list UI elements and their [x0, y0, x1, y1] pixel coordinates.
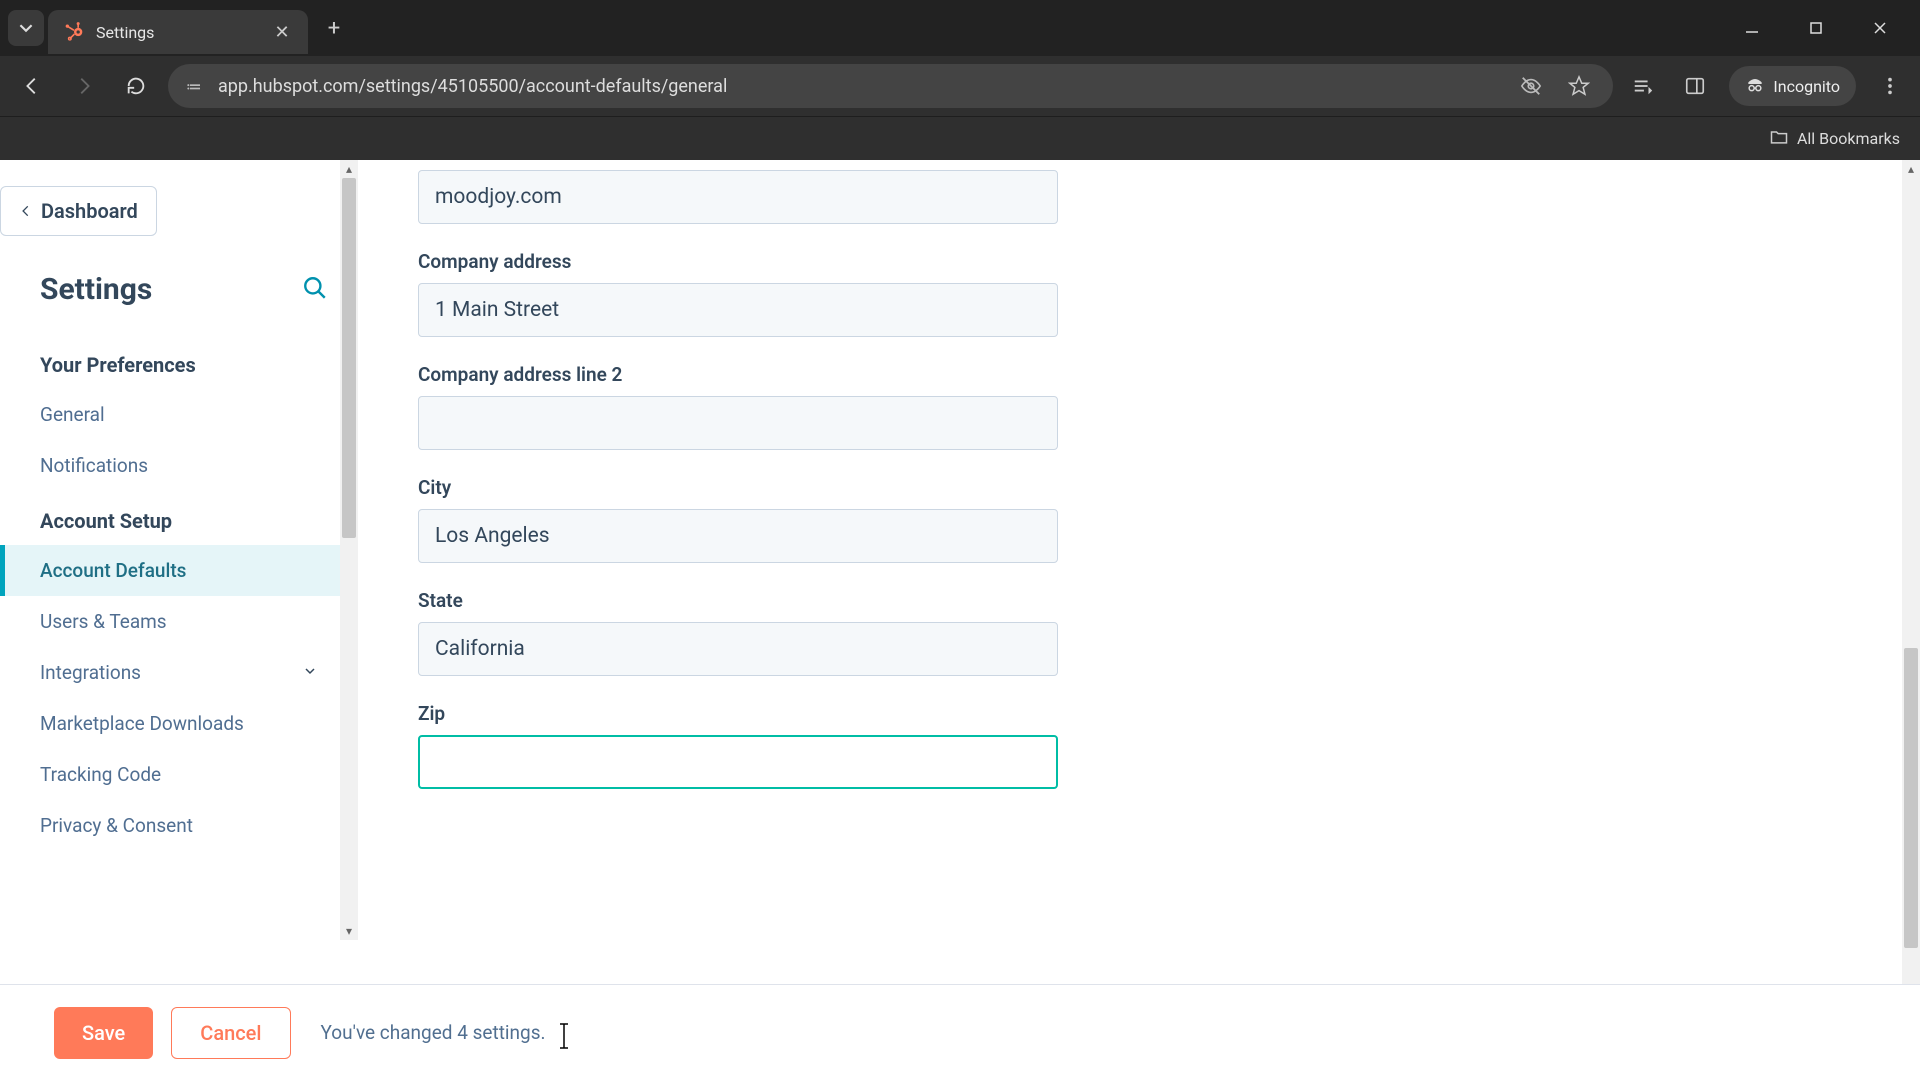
sidebar-scrollbar[interactable]: ▴ ▾: [340, 160, 358, 940]
changes-message: You've changed 4 settings.: [321, 1021, 546, 1044]
main-scrollbar[interactable]: ▴ ▾: [1902, 160, 1920, 1080]
company-address-label: Company address: [418, 250, 1058, 273]
folder-icon: [1769, 127, 1789, 151]
sidebar-item-account-defaults[interactable]: Account Defaults: [0, 545, 358, 596]
sidebar-item-general[interactable]: General: [0, 389, 358, 440]
side-panel-icon[interactable]: [1677, 68, 1713, 104]
nav-back-button[interactable]: [12, 66, 52, 106]
city-input[interactable]: [418, 509, 1058, 563]
section-title-preferences: Your Preferences: [0, 335, 358, 389]
media-control-icon[interactable]: [1625, 68, 1661, 104]
chevron-left-icon: [19, 204, 33, 218]
sidebar-item-integrations[interactable]: Integrations: [0, 647, 358, 698]
sidebar-section-account-setup: Account Setup Account Defaults Users & T…: [0, 491, 358, 851]
url-box[interactable]: [168, 64, 1613, 108]
scrollbar-thumb[interactable]: [1904, 648, 1918, 948]
eye-off-icon[interactable]: [1513, 68, 1549, 104]
scroll-up-arrow-icon[interactable]: ▴: [1908, 160, 1914, 178]
save-button[interactable]: Save: [54, 1007, 153, 1059]
chevron-down-icon: [302, 661, 318, 684]
company-address-input[interactable]: [418, 283, 1058, 337]
window-close-button[interactable]: [1860, 10, 1900, 46]
tab-title: Settings: [96, 23, 260, 42]
state-input[interactable]: [418, 622, 1058, 676]
nav-forward-button[interactable]: [64, 66, 104, 106]
tab-search-dropdown[interactable]: [8, 10, 44, 46]
sidebar-item-users-teams[interactable]: Users & Teams: [0, 596, 358, 647]
settings-title: Settings: [40, 272, 152, 307]
state-label: State: [418, 589, 1058, 612]
sidebar-item-notifications[interactable]: Notifications: [0, 440, 358, 491]
settings-form: Company address Company address line 2 C…: [358, 160, 1920, 1080]
company-address-2-label: Company address line 2: [418, 363, 1058, 386]
all-bookmarks-button[interactable]: All Bookmarks: [1769, 127, 1900, 151]
sidebar-item-tracking-code[interactable]: Tracking Code: [0, 749, 358, 800]
tab-close-icon[interactable]: ✕: [272, 22, 292, 43]
cancel-button[interactable]: Cancel: [171, 1007, 290, 1059]
section-title-account-setup: Account Setup: [0, 491, 358, 545]
settings-search-icon[interactable]: [302, 275, 328, 305]
sidebar-item-marketplace-downloads[interactable]: Marketplace Downloads: [0, 698, 358, 749]
incognito-icon: [1745, 74, 1765, 98]
new-tab-button[interactable]: +: [316, 10, 352, 46]
back-to-dashboard-label: Dashboard: [41, 199, 138, 223]
window-controls: [1732, 10, 1912, 46]
tab-bar: Settings ✕ +: [0, 0, 1920, 56]
sidebar-section-preferences: Your Preferences General Notifications: [0, 335, 358, 491]
bookmark-star-icon[interactable]: [1561, 68, 1597, 104]
all-bookmarks-label: All Bookmarks: [1797, 129, 1900, 148]
incognito-chip[interactable]: Incognito: [1729, 66, 1856, 106]
incognito-label: Incognito: [1773, 77, 1840, 96]
window-minimize-button[interactable]: [1732, 10, 1772, 46]
site-info-icon[interactable]: [184, 75, 206, 97]
kebab-menu-icon[interactable]: [1872, 68, 1908, 104]
hubspot-favicon-icon: [64, 22, 84, 42]
company-address-2-input[interactable]: [418, 396, 1058, 450]
city-label: City: [418, 476, 1058, 499]
browser-tab[interactable]: Settings ✕: [48, 10, 308, 54]
settings-sidebar: Dashboard Settings Your Preferences Gene…: [0, 160, 358, 1080]
scroll-down-arrow-icon[interactable]: ▾: [346, 922, 352, 940]
url-input[interactable]: [218, 76, 1501, 97]
save-bar: Save Cancel You've changed 4 settings.: [0, 984, 1920, 1080]
scroll-up-arrow-icon[interactable]: ▴: [346, 160, 352, 178]
zip-label: Zip: [418, 702, 1058, 725]
back-to-dashboard-button[interactable]: Dashboard: [0, 186, 157, 236]
company-domain-input[interactable]: [418, 170, 1058, 224]
address-bar: Incognito: [0, 56, 1920, 116]
window-maximize-button[interactable]: [1796, 10, 1836, 46]
scrollbar-thumb[interactable]: [342, 178, 356, 538]
bookmarks-bar: All Bookmarks: [0, 116, 1920, 160]
nav-reload-button[interactable]: [116, 66, 156, 106]
sidebar-item-privacy-consent[interactable]: Privacy & Consent: [0, 800, 358, 851]
zip-input[interactable]: [418, 735, 1058, 789]
